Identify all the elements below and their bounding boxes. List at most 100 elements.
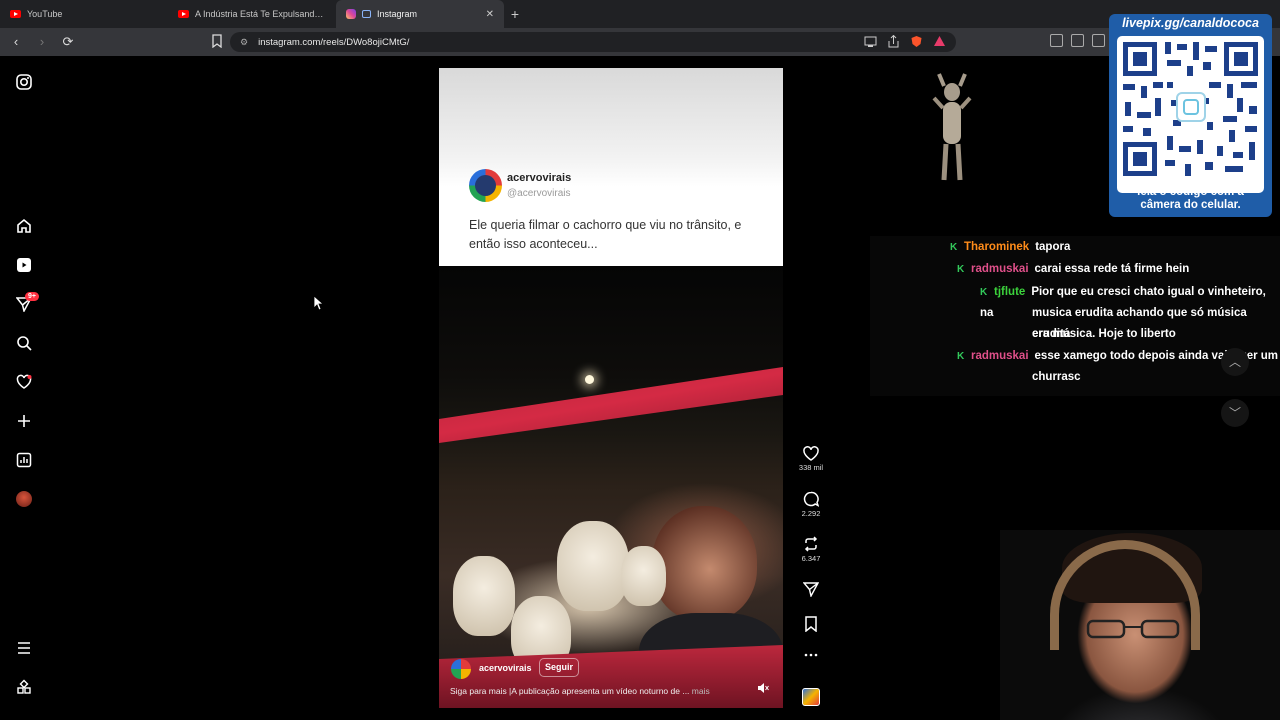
streetlight [585,375,594,384]
share-icon[interactable] [887,35,900,48]
reels-icon[interactable] [14,255,34,275]
puzzle-icon[interactable] [1071,34,1084,47]
author-avatar[interactable] [451,659,471,679]
forward-button[interactable]: › [32,32,52,52]
kick-icon: K [957,264,965,275]
chat-username: radmuskai [971,350,1029,362]
repost-button[interactable]: 6.347 [796,536,826,563]
post-text: Ele queria filmar o cachorro que viu no … [469,218,742,251]
chat-text: carai essa rede tá firme hein [1034,263,1190,275]
reload-button[interactable]: ⟳ [58,32,78,52]
livepix-qr-card: livepix.gg/canaldococa leia o código com… [1109,14,1272,217]
qr-code-graphic [1123,42,1258,176]
close-tab-icon[interactable]: ✕ [486,9,494,20]
caption-more-link[interactable]: mais [692,686,710,696]
bookmark-icon [805,616,817,632]
extension-icon[interactable] [1050,34,1063,47]
bookmark-icon[interactable] [212,34,222,48]
home-icon[interactable] [14,216,34,236]
kick-icon: K [950,242,958,253]
qr-caption-line-1: leia o código com a [1137,186,1244,198]
person [652,506,757,621]
send-icon [803,582,819,597]
qr-caption: leia o código com a câmera do celular. [1109,186,1272,212]
back-button[interactable]: ‹ [6,32,26,52]
dashboard-icon[interactable] [14,450,34,470]
reel-footer: acervovirais Seguir Siga para mais |A pu… [439,656,783,708]
more-icon [804,653,818,657]
follow-button[interactable]: Seguir [539,658,580,677]
qr-title: livepix.gg/canaldococa [1122,16,1259,30]
tab-youtube-video[interactable]: A Indústria Está Te Expulsando Do G [168,0,336,28]
comment-button[interactable]: 2.292 [796,491,826,518]
dog [621,546,666,606]
heart-icon [803,446,819,461]
more-menu-icon[interactable] [14,638,34,658]
comment-icon [803,491,819,507]
reel-caption[interactable]: Siga para mais |A publicação apresenta u… [450,686,750,696]
instagram-logo-icon[interactable] [14,72,34,92]
post-avatar [469,169,502,202]
car-roof [439,367,783,443]
heart-icon[interactable] [14,372,34,392]
reel-previous-button[interactable]: ︿ [1221,348,1249,376]
repost-icon [804,536,818,552]
brave-shield-icon[interactable] [910,35,923,48]
post-author-handle: @acervovirais [507,188,571,199]
kick-icon: K [980,287,988,298]
profile-avatar[interactable] [14,489,34,509]
reel-player[interactable]: acervovirais @acervovirais Ele queria fi… [439,68,783,708]
reel-next-button[interactable]: ﹀ [1221,399,1249,427]
tab-youtube[interactable]: YouTube [0,0,168,28]
create-icon[interactable] [14,411,34,431]
youtube-icon [178,10,189,18]
like-count: 338 mil [798,463,824,472]
tab-label: A Indústria Está Te Expulsando Do G [195,9,326,19]
notification-badge: 9+ [25,292,39,301]
extensions-area [1050,34,1105,47]
browser-toolbar: ‹ › ⟳ ⚙ instagram.com/reels/DWo8ojiCMtG/ [0,28,1280,56]
address-bar[interactable]: ⚙ instagram.com/reels/DWo8ojiCMtG/ [230,32,956,52]
tab-instagram[interactable]: Instagram ✕ [336,0,504,28]
youtube-icon [10,10,21,18]
tab-label: YouTube [27,9,63,19]
instagram-icon [346,9,356,19]
url-text: instagram.com/reels/DWo8ojiCMtG/ [258,36,410,48]
caption-text: Siga para mais |A publicação apresenta u… [450,686,690,696]
mute-icon[interactable] [757,682,769,694]
streamer-webcam [1000,530,1280,720]
share-button[interactable] [796,581,826,597]
tab-label: Instagram [377,9,418,19]
also-from-meta-icon[interactable] [14,677,34,697]
more-options-button[interactable] [796,652,826,658]
instagram-sidebar: 9+ [0,56,48,720]
reel-video-frame [439,266,783,708]
repost-count: 6.347 [801,554,821,563]
chat-message-continued: churrasc [1032,371,1081,383]
post-author-name: acervovirais [507,172,572,184]
mouse-cursor-icon [313,295,323,311]
screen: YouTube A Indústria Está Te Expulsando D… [0,0,1280,720]
cast-icon[interactable] [864,35,877,48]
save-button[interactable] [796,616,826,632]
avatar [16,491,32,507]
chat-message: Kradmuskai carai essa rede tá firme hein [957,259,1189,280]
chat-username: tjflute [994,286,1026,298]
qr-code [1117,36,1264,193]
new-tab-button[interactable]: + [504,6,526,22]
like-button[interactable]: 338 mil [796,446,826,472]
search-icon[interactable] [14,333,34,353]
glasses [1086,619,1180,639]
stream-chat: K Tharominek tapora Kradmuskai carai essa r… [870,236,1280,396]
site-info-icon[interactable]: ⚙ [240,37,248,48]
author-name[interactable]: acervovirais [479,663,532,673]
dog [453,556,515,636]
sidebar-icon[interactable] [1092,34,1105,47]
chat-message: K Tharominek tapora [950,237,1070,258]
original-audio-thumbnail[interactable] [802,688,820,706]
dancing-animal-overlay [932,73,972,181]
kick-icon: K [957,351,965,362]
brave-rewards-icon[interactable] [933,35,946,48]
dog [557,521,629,611]
browser-tab-bar: YouTube A Indústria Está Te Expulsando D… [0,0,1280,28]
